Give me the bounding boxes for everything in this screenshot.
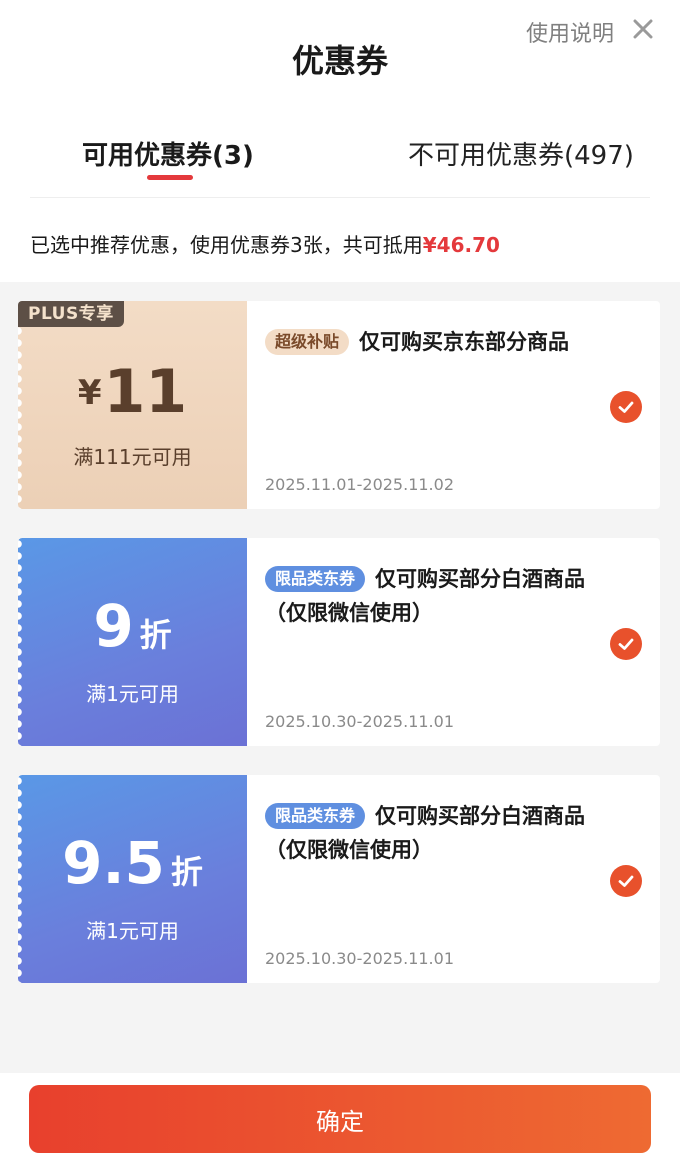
header: 优惠券 使用说明 可用优惠券(3) 不可用优惠券(497) 已选中推荐优惠，使用… [0,0,680,282]
confirm-button[interactable]: 确定 [29,1085,651,1153]
coupon-details: 限品类东券 仅可购买部分白酒商品（仅限微信使用） 2025.10.30-2025.… [247,775,660,983]
coupon-description: 限品类东券 仅可购买部分白酒商品（仅限微信使用） [265,562,620,630]
coupon-value: ¥11 [18,357,247,427]
coupon-scope: 仅可购买京东部分商品 [359,330,570,354]
check-icon [618,638,634,650]
selection-summary: 已选中推荐优惠，使用优惠券3张，共可抵用¥46.70 [30,229,500,258]
check-icon [618,401,634,413]
coupon-card[interactable]: 9折 满1元可用 限品类东券 仅可购买部分白酒商品（仅限微信使用） 2025.10… [18,538,660,746]
coupon-sheet: 优惠券 使用说明 可用优惠券(3) 不可用优惠券(497) 已选中推荐优惠，使用… [0,0,680,1153]
tab-available-coupons[interactable]: 可用优惠券(3) [82,135,254,172]
coupon-details: 超级补贴 仅可购买京东部分商品 2025.11.01-2025.11.02 [247,301,660,509]
coupon-description: 超级补贴 仅可购买京东部分商品 [265,325,620,359]
coupon-value: 9.5 折 [18,829,247,897]
coupon-value-panel: 9.5 折 满1元可用 [18,775,247,983]
coupon-amount: 11 [103,357,188,427]
coupon-value-panel: ¥11 满111元可用 [18,301,247,509]
coupon-validity: 2025.11.01-2025.11.02 [265,475,454,494]
coupon-condition: 满1元可用 [86,919,179,943]
active-tab-indicator [147,175,193,180]
coupon-description: 限品类东券 仅可购买部分白酒商品（仅限微信使用） [265,799,620,867]
coupon-validity: 2025.10.30-2025.11.01 [265,712,454,731]
summary-text: 已选中推荐优惠，使用优惠券3张，共可抵用 [30,233,423,257]
coupon-selected-checkbox[interactable] [610,391,642,423]
coupon-details: 限品类东券 仅可购买部分白酒商品（仅限微信使用） 2025.10.30-2025.… [247,538,660,746]
coupon-tag: 限品类东券 [265,566,366,592]
coupon-selected-checkbox[interactable] [610,628,642,660]
plus-exclusive-badge: PLUS专享 [18,301,124,327]
coupon-selected-checkbox[interactable] [610,865,642,897]
divider [30,197,650,198]
tab-unavailable-coupons[interactable]: 不可用优惠券(497) [408,135,634,172]
coupon-tag: 超级补贴 [265,329,350,355]
coupon-tag: 限品类东券 [265,803,366,829]
coupon-validity: 2025.10.30-2025.11.01 [265,949,454,968]
discount-unit: 折 [139,616,172,654]
usage-instructions-link[interactable]: 使用说明 [526,16,614,48]
close-button[interactable] [626,12,660,46]
check-icon [618,875,634,887]
coupon-value: 9折 [18,592,247,660]
coupon-discount: 9.5 [62,829,165,897]
coupon-value-panel: 9折 满1元可用 [18,538,247,746]
coupon-card[interactable]: PLUS专享 ¥11 满111元可用 超级补贴 仅可购买京东部分商品 2025.1… [18,301,660,509]
coupon-condition: 满1元可用 [86,682,179,706]
currency-symbol: ¥ [77,373,102,413]
summary-amount: ¥46.70 [422,233,500,257]
coupon-discount: 9 [93,592,134,660]
close-icon [633,19,653,39]
footer: 确定 [0,1073,680,1153]
discount-unit: 折 [170,853,203,891]
coupon-condition: 满111元可用 [73,445,192,469]
coupon-card[interactable]: 9.5 折 满1元可用 限品类东券 仅可购买部分白酒商品（仅限微信使用） 2025.… [18,775,660,983]
